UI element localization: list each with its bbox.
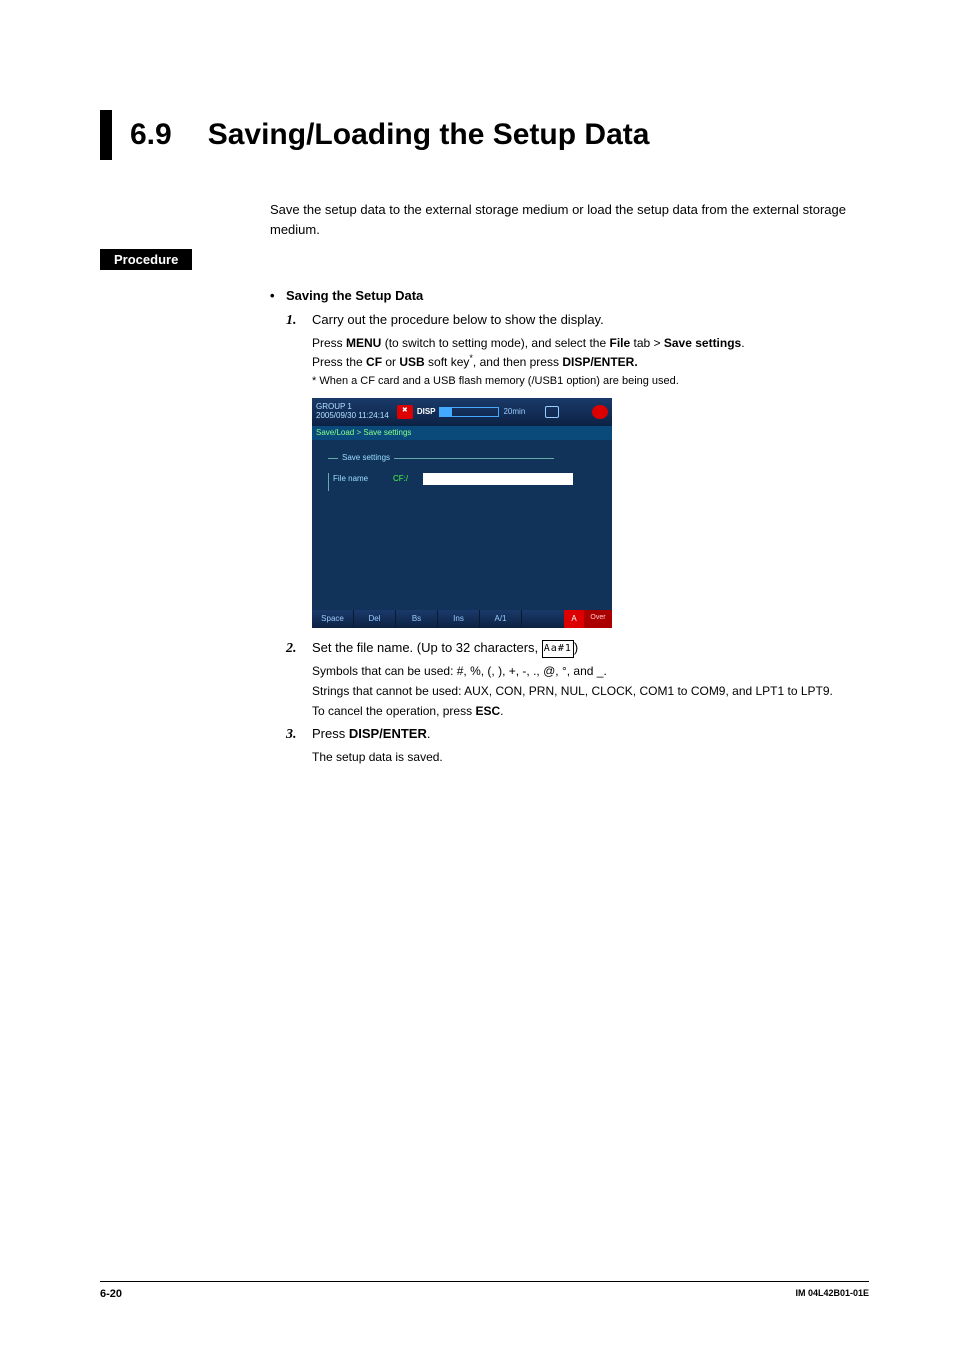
section-heading: 6.9 Saving/Loading the Setup Data xyxy=(100,110,869,160)
step-1: 1. Carry out the procedure below to show… xyxy=(286,310,869,332)
progress-bar xyxy=(439,407,499,417)
alarm-icon xyxy=(592,405,608,419)
softkey-ins[interactable]: Ins xyxy=(438,610,480,628)
softkey-mode-a[interactable]: A xyxy=(564,610,584,628)
disp-label: DISP xyxy=(417,406,436,418)
status-icon: ✖ xyxy=(397,405,413,419)
step-1-line-2: Press MENU (to switch to setting mode), … xyxy=(312,334,869,352)
device-screenshot: GROUP 1 2005/09/30 11:24:14 ✖ DISP 20min… xyxy=(312,398,612,628)
screenshot-group: GROUP 1 2005/09/30 11:24:14 xyxy=(316,403,389,421)
bullet-title: Saving the Setup Data xyxy=(286,286,423,306)
breadcrumb: Save/Load > Save settings xyxy=(312,426,612,440)
step-2-sub-3: To cancel the operation, press ESC. xyxy=(312,702,869,720)
camera-icon xyxy=(545,406,559,418)
page-footer: 6-20 IM 04L42B01-01E xyxy=(100,1281,869,1300)
bullet-saving: • Saving the Setup Data xyxy=(270,286,869,306)
step-1-note: * When a CF card and a USB flash memory … xyxy=(312,373,869,390)
procedure-label: Procedure xyxy=(100,249,192,270)
softkey-over[interactable]: Over xyxy=(584,610,612,628)
screenshot-body: Save settings File name CF:/ xyxy=(312,440,612,610)
filename-input[interactable] xyxy=(423,473,573,485)
step-3-number: 3. xyxy=(286,724,312,746)
softkey-bar: Space Del Bs Ins A/1 A Over xyxy=(312,610,612,628)
step-3-sub-1: The setup data is saved. xyxy=(312,748,869,766)
fieldset-legend: Save settings xyxy=(328,452,596,464)
heading-bar xyxy=(100,110,112,160)
step-1-line-3: Press the CF or USB soft key*, and then … xyxy=(312,352,869,371)
softkey-a1[interactable]: A/1 xyxy=(480,610,522,628)
bullet-dot: • xyxy=(270,286,286,306)
step-2-sub-2: Strings that cannot be used: AUX, CON, P… xyxy=(312,682,869,700)
intro-text: Save the setup data to the external stor… xyxy=(270,200,869,239)
heading-title: Saving/Loading the Setup Data xyxy=(208,110,650,160)
doc-id: IM 04L42B01-01E xyxy=(795,1288,869,1300)
char-mode-box: Aa#1 xyxy=(542,640,574,658)
filename-label: File name xyxy=(333,473,393,485)
page-number: 6-20 xyxy=(100,1288,122,1300)
interval-label: 20min xyxy=(503,406,525,418)
screenshot-header: GROUP 1 2005/09/30 11:24:14 ✖ DISP 20min xyxy=(312,398,612,426)
step-3: 3. Press DISP/ENTER. xyxy=(286,724,869,746)
step-2-number: 2. xyxy=(286,638,312,660)
step-1-number: 1. xyxy=(286,310,312,332)
softkey-bs[interactable]: Bs xyxy=(396,610,438,628)
step-2-sub-1: Symbols that can be used: #, %, (, ), +,… xyxy=(312,662,869,680)
softkey-del[interactable]: Del xyxy=(354,610,396,628)
cf-prefix: CF:/ xyxy=(393,473,423,485)
softkey-space[interactable]: Space xyxy=(312,610,354,628)
heading-number: 6.9 xyxy=(130,110,172,160)
step-1-line-1: Carry out the procedure below to show th… xyxy=(312,310,869,330)
step-2: 2. Set the file name. (Up to 32 characte… xyxy=(286,638,869,660)
